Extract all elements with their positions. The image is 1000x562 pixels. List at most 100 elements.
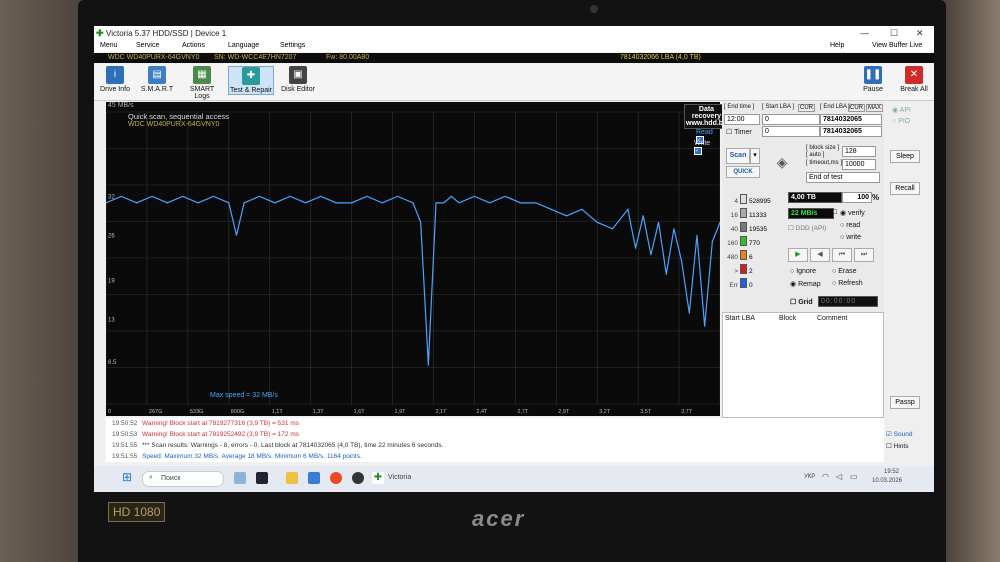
end-lba-field[interactable]: 7814032065: [820, 114, 882, 125]
explorer-icon[interactable]: [286, 472, 298, 484]
speed-point: [335, 202, 337, 204]
smart-logs-icon: ▦: [193, 66, 211, 84]
view-buffer-live[interactable]: View Buffer Live: [872, 42, 922, 49]
media-icon[interactable]: [352, 472, 364, 484]
sound-checkbox[interactable]: ☑ Sound: [886, 430, 912, 438]
remap-radio[interactable]: ◉ Remap: [790, 280, 821, 288]
search-placeholder: Поиск: [161, 475, 181, 482]
weather-icon[interactable]: [234, 472, 246, 484]
speed-point: [397, 195, 399, 197]
battery-icon[interactable]: ▭: [850, 472, 858, 481]
ddd-api-checkbox[interactable]: ☐ DDD (API): [788, 224, 826, 232]
skip-back-button[interactable]: ⏮: [832, 248, 852, 262]
verify-checkbox[interactable]: ☐: [832, 209, 837, 216]
x-tick-label: 800G: [231, 409, 244, 415]
play-button[interactable]: ▶: [788, 248, 808, 262]
erase-radio[interactable]: ○ Erase: [832, 268, 856, 275]
end-of-test-select[interactable]: End of test: [806, 172, 880, 183]
menu-service[interactable]: Service: [136, 42, 159, 49]
maximize-button[interactable]: ☐: [890, 28, 898, 39]
speed-point: [458, 202, 460, 204]
read-radio[interactable]: ○ read: [840, 222, 860, 229]
clock-date[interactable]: 10.03.2026: [872, 478, 902, 484]
write-radio[interactable]: ○ write: [840, 234, 861, 241]
refresh-radio[interactable]: ○ Refresh: [832, 280, 863, 287]
chrome-icon[interactable]: [330, 472, 342, 484]
speed-point: [136, 202, 138, 204]
verify-radio[interactable]: ◉ verify: [840, 209, 865, 217]
menu-actions[interactable]: Actions: [182, 42, 205, 49]
speed-point: [581, 208, 583, 210]
speed-point: [197, 202, 199, 204]
menu-menu[interactable]: Menu: [100, 42, 118, 49]
speed-point: [289, 195, 291, 197]
smart-logs-label: SMART Logs: [189, 86, 215, 100]
volume-icon[interactable]: ◁: [836, 472, 842, 481]
start-lba-field[interactable]: 0: [762, 114, 820, 125]
recall-button[interactable]: Recall: [890, 182, 920, 195]
block-size-select[interactable]: 128: [842, 146, 876, 157]
menu-settings[interactable]: Settings: [280, 42, 305, 49]
rewind-button[interactable]: ◀: [810, 248, 830, 262]
speed-point: [450, 195, 452, 197]
menu-help[interactable]: Help: [830, 42, 844, 49]
taskbar-search[interactable]: ⌕ Поиск: [142, 471, 224, 487]
disk-editor-button[interactable]: ▣ Disk Editor: [278, 66, 318, 93]
write-legend[interactable]: Write ✓: [694, 140, 720, 155]
break-all-button[interactable]: ✕ Break All: [898, 66, 930, 93]
pio-radio[interactable]: ○ PIO: [892, 118, 910, 125]
pause-button[interactable]: ❚❚ Pause: [860, 66, 886, 93]
write-checkbox[interactable]: ✓: [694, 147, 702, 155]
smart-button[interactable]: ▤ S.M.A.R.T: [140, 66, 174, 93]
api-radio[interactable]: ◉ API: [892, 106, 911, 114]
start-cur-button[interactable]: CUR: [798, 104, 815, 112]
speed-point: [304, 202, 307, 204]
passp-button[interactable]: Passp: [890, 396, 920, 409]
grid-checkbox[interactable]: ☐ Grid: [790, 298, 813, 306]
scan-dropdown[interactable]: ▾: [750, 148, 760, 164]
latency-color-box: [740, 236, 747, 246]
latency-threshold: 160: [727, 240, 738, 247]
speed-point: [258, 195, 261, 197]
victoria-taskbar-icon[interactable]: ✚: [372, 472, 384, 484]
skip-end-button[interactable]: ⏭: [854, 248, 874, 262]
taskbar: ⊞ ⌕ Поиск ✚ Victoria УКР ◠ ◁ ▭ 19:52 10.…: [94, 466, 934, 492]
hints-checkbox[interactable]: ☐ Hints: [886, 442, 908, 450]
close-button[interactable]: ✕: [916, 28, 924, 39]
end-cur-button[interactable]: CUR: [848, 104, 865, 112]
menu-language[interactable]: Language: [228, 42, 259, 49]
right-panel: [ End time ] [ Start LBA ] CUR [ End LBA…: [722, 102, 884, 418]
timer-field[interactable]: 0: [762, 126, 820, 137]
timeout-select[interactable]: 10000: [842, 159, 876, 170]
end-max-button[interactable]: MAX: [866, 104, 884, 112]
latency-count: 528995: [749, 198, 771, 205]
victoria-icon: ✚: [96, 28, 104, 38]
minimize-button[interactable]: —: [860, 28, 869, 38]
drive-info-button[interactable]: i Drive Info: [98, 66, 132, 93]
col-comment: Comment: [817, 315, 848, 322]
sleep-button[interactable]: Sleep: [890, 150, 920, 163]
scan-button[interactable]: Scan: [726, 148, 750, 164]
taskbar-app-label[interactable]: Victoria: [388, 474, 411, 481]
pause-label: Pause: [863, 86, 883, 93]
end-time-field[interactable]: 12:00: [724, 114, 760, 125]
mail-icon[interactable]: [308, 472, 320, 484]
speed-point: [420, 221, 422, 223]
language-indicator[interactable]: УКР: [804, 474, 815, 480]
ignore-radio[interactable]: ○ Ignore: [790, 268, 816, 275]
test-repair-button[interactable]: ✚ Test & Repair: [228, 66, 274, 95]
scanned-size: 4,00 TB: [788, 192, 842, 203]
windows-start-icon[interactable]: ⊞: [122, 470, 132, 484]
task-view-icon[interactable]: [256, 472, 268, 484]
defects-table: Start LBA Block Comment: [722, 312, 884, 418]
latency-row: >2: [724, 264, 784, 275]
log-line: 19:50:53 Warning! Block start at 78192524…: [112, 431, 299, 438]
end-lba-current-field[interactable]: 7814032065: [820, 126, 882, 137]
smart-logs-button[interactable]: ▦ SMART Logs: [182, 66, 222, 100]
wifi-icon[interactable]: ◠: [822, 472, 829, 481]
clock-time[interactable]: 19:52: [884, 469, 899, 475]
event-log[interactable]: 19:50:52 Warning! Block start at 78192773…: [106, 418, 884, 462]
direction-pad-icon[interactable]: ◈: [764, 144, 800, 180]
x-tick-label: 1,9T: [395, 409, 407, 415]
quick-button[interactable]: QUICK: [726, 166, 760, 178]
